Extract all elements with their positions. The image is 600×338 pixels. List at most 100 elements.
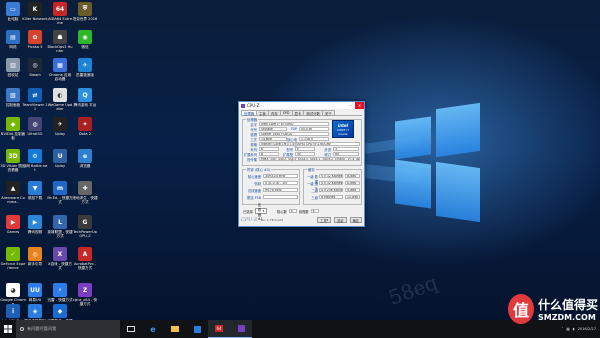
validate-button[interactable]: 验证 — [334, 217, 347, 223]
desktop-icon[interactable]: ◎ 新手引导 — [22, 247, 48, 266]
desktop-icon[interactable]: ✦ Dota 2 — [72, 117, 98, 136]
desktop-icon-label: Picasa 3 — [27, 45, 43, 49]
desktop-icon[interactable]: ▶ 腾讯视频 — [22, 215, 48, 234]
clock-group-title: 时钟 (核心 #0) — [246, 167, 272, 172]
app-icon: ◐ — [53, 88, 67, 102]
desktop-icon[interactable]: ✚ 绝地求生 - 快捷方式 — [72, 181, 98, 204]
desktop-icon-label: WeGame Updater — [47, 103, 73, 112]
close-button[interactable]: ✕ — [355, 102, 364, 109]
search-placeholder: 有问题尽管问我 — [27, 326, 57, 331]
desktop-icon[interactable]: ⚙ 战网 Battle.net — [22, 149, 48, 172]
file-explorer-button[interactable] — [164, 320, 186, 338]
desktop-icon-label: X游戏 - 快捷方式 — [47, 262, 72, 271]
wallpaper-pane — [436, 102, 480, 158]
chevron-down-icon: ▾ — [262, 209, 265, 213]
app-icon: ▶ — [6, 215, 20, 229]
desktop-icon[interactable]: e 浏览器 — [72, 149, 98, 168]
processor-select[interactable]: 处理器 #1 ▾ — [254, 203, 267, 221]
aida64-taskbar-button[interactable]: 64 — [208, 320, 230, 338]
tab-6[interactable]: 关于 — [321, 110, 335, 116]
desktop-icon[interactable]: ⇄ TeamViewer 11 — [22, 88, 48, 111]
start-button[interactable] — [0, 320, 16, 338]
app-icon: ✈ — [53, 117, 67, 131]
cpuz-brand: CPU-Z — [241, 217, 258, 223]
clock-1-value: x 31.0 (8 - 35) — [263, 180, 298, 185]
edge-button[interactable]: e — [142, 320, 164, 338]
ok-button[interactable]: 确定 — [349, 217, 362, 223]
desktop-icon[interactable]: A AcrobatPro - 快捷方式 — [72, 247, 98, 270]
cache-3-label: 三级 — [311, 196, 318, 200]
desktop-icon[interactable]: ◎ Steam — [22, 58, 48, 77]
tab-0[interactable]: 处理器 — [241, 110, 258, 116]
tdp-value: 45.0 W — [299, 126, 329, 131]
cache-3-ways: 12-way — [345, 194, 360, 199]
desktop-icon-label: 微信 — [81, 45, 89, 49]
voltage-value: 1.136 V — [299, 136, 329, 141]
app-icon: ⚙ — [28, 149, 42, 163]
family-value: 6 — [259, 146, 279, 151]
desktop-icon[interactable]: ◍ UltraISO — [22, 117, 48, 136]
cpuz-window[interactable]: CPU-Z – ✕ 处理器 主板 内存 SPD 显卡 测试分数 关于 处理器 名字 Intel… — [238, 101, 365, 227]
desktop-icon[interactable]: ✿ Picasa 3 — [22, 30, 48, 49]
app-icon: ◈ — [28, 304, 42, 318]
desktop-icon[interactable]: ◐ WeGame Updater — [47, 88, 73, 111]
desktop[interactable]: ▭ 此电脑 K Killer Network 64 AIDA64 Extreme ⛨ 坦克世界… — [0, 0, 600, 320]
desktop-icon[interactable]: U Uplay — [47, 149, 73, 168]
desktop-icon[interactable]: L 英雄联盟 - 快捷方式 — [47, 215, 73, 238]
desktop-icon[interactable]: ◉ 微信 — [72, 30, 98, 49]
desktop-icon[interactable]: ◆迅雷影音 - 快捷方式 — [47, 304, 73, 320]
screen: ▭ 此电脑 K Killer Network 64 AIDA64 Extreme ⛨ 坦克世界… — [0, 0, 600, 338]
store-button[interactable] — [186, 320, 208, 338]
model-value: E — [295, 146, 315, 151]
desktop-icon-label: UltraISO — [27, 132, 43, 136]
app-icon: ▭ — [6, 2, 20, 16]
revision-value: R0 — [333, 151, 359, 156]
cortana-search-box[interactable]: 🎤 有问题尽管问我 — [16, 320, 120, 338]
threads-value: 8 — [310, 209, 319, 213]
store-icon — [193, 325, 201, 333]
desktop-icon[interactable]: ☗ BlackOps3 Hunter — [47, 30, 73, 53]
app-icon: X — [53, 247, 67, 261]
desktop-icon[interactable]: ⛨ 坦克世界 2016 — [72, 2, 98, 21]
desktop-icon-label: TechPowerUp GPU-Z — [73, 230, 97, 239]
window-title: CPU-Z — [247, 103, 260, 108]
tab-5[interactable]: 测试分数 — [303, 110, 323, 116]
desktop-icon[interactable]: X X游戏 - 快捷方式 — [47, 247, 73, 270]
selection-row: 已选择 处理器 #1 ▾ 核心数 4 线程数 8 — [243, 203, 319, 221]
app-icon: 3D — [6, 149, 20, 163]
desktop-icon[interactable]: m Mr.Ed... 快捷方式 — [47, 181, 73, 204]
app-icon: ◎ — [28, 247, 42, 261]
cores-label: 核心数 — [276, 209, 287, 214]
tdp-label: TDP — [290, 127, 297, 131]
app-icon: i — [6, 304, 20, 318]
desktop-icon-label: Dota 2 — [78, 132, 91, 136]
clock-1-label: 倍频 — [254, 182, 261, 186]
cpuz-icon — [237, 325, 245, 332]
desktop-icon[interactable]: Zcpuz_x64 - 快捷方式 — [72, 283, 98, 306]
app-icon: ✓ — [6, 247, 20, 261]
desktop-icon[interactable]: G TechPowerUp GPU-Z — [72, 215, 98, 238]
windows-logo-icon — [4, 325, 12, 333]
desktop-icon[interactable]: ◈腾讯电脑管家 已更新扫描 — [22, 304, 48, 320]
desktop-icon[interactable]: 64 AIDA64 Extreme — [47, 2, 73, 25]
app-icon: UU — [28, 283, 42, 297]
desktop-icon-label: AIDA64 Extreme — [48, 17, 72, 26]
window-titlebar[interactable]: CPU-Z – ✕ — [239, 102, 364, 109]
cpuz-taskbar-button[interactable] — [230, 320, 252, 338]
ext-family-value: 6 — [259, 151, 279, 156]
desktop-icon[interactable]: ✈ 迅雷极速版 — [72, 58, 98, 77]
clock-3-label: 额定 FSB — [247, 196, 261, 200]
app-icon: ⚡ — [53, 283, 67, 297]
app-icon: ▲ — [6, 181, 20, 195]
desktop-icon[interactable]: ▼ 硕鼠下载 — [22, 181, 48, 200]
task-view-button[interactable] — [120, 320, 142, 338]
desktop-icon[interactable]: ⚡ 迅雷 - 快捷方式 — [47, 283, 73, 302]
desktop-icon[interactable]: ✈ Uplay — [47, 117, 73, 136]
desktop-icon[interactable]: ▦ Chrome 应用启动器 — [47, 58, 73, 81]
desktop-icon[interactable]: K Killer Network — [22, 2, 48, 21]
desktop-icon[interactable]: UU 网易UU — [22, 283, 48, 302]
tools-button[interactable]: 工具 ▾ — [317, 217, 332, 223]
minimize-button[interactable]: – — [346, 102, 355, 109]
desktop-icon[interactable]: Q 腾讯游戏 平台 — [72, 88, 98, 107]
process-value: 14 纳米 — [259, 136, 287, 141]
